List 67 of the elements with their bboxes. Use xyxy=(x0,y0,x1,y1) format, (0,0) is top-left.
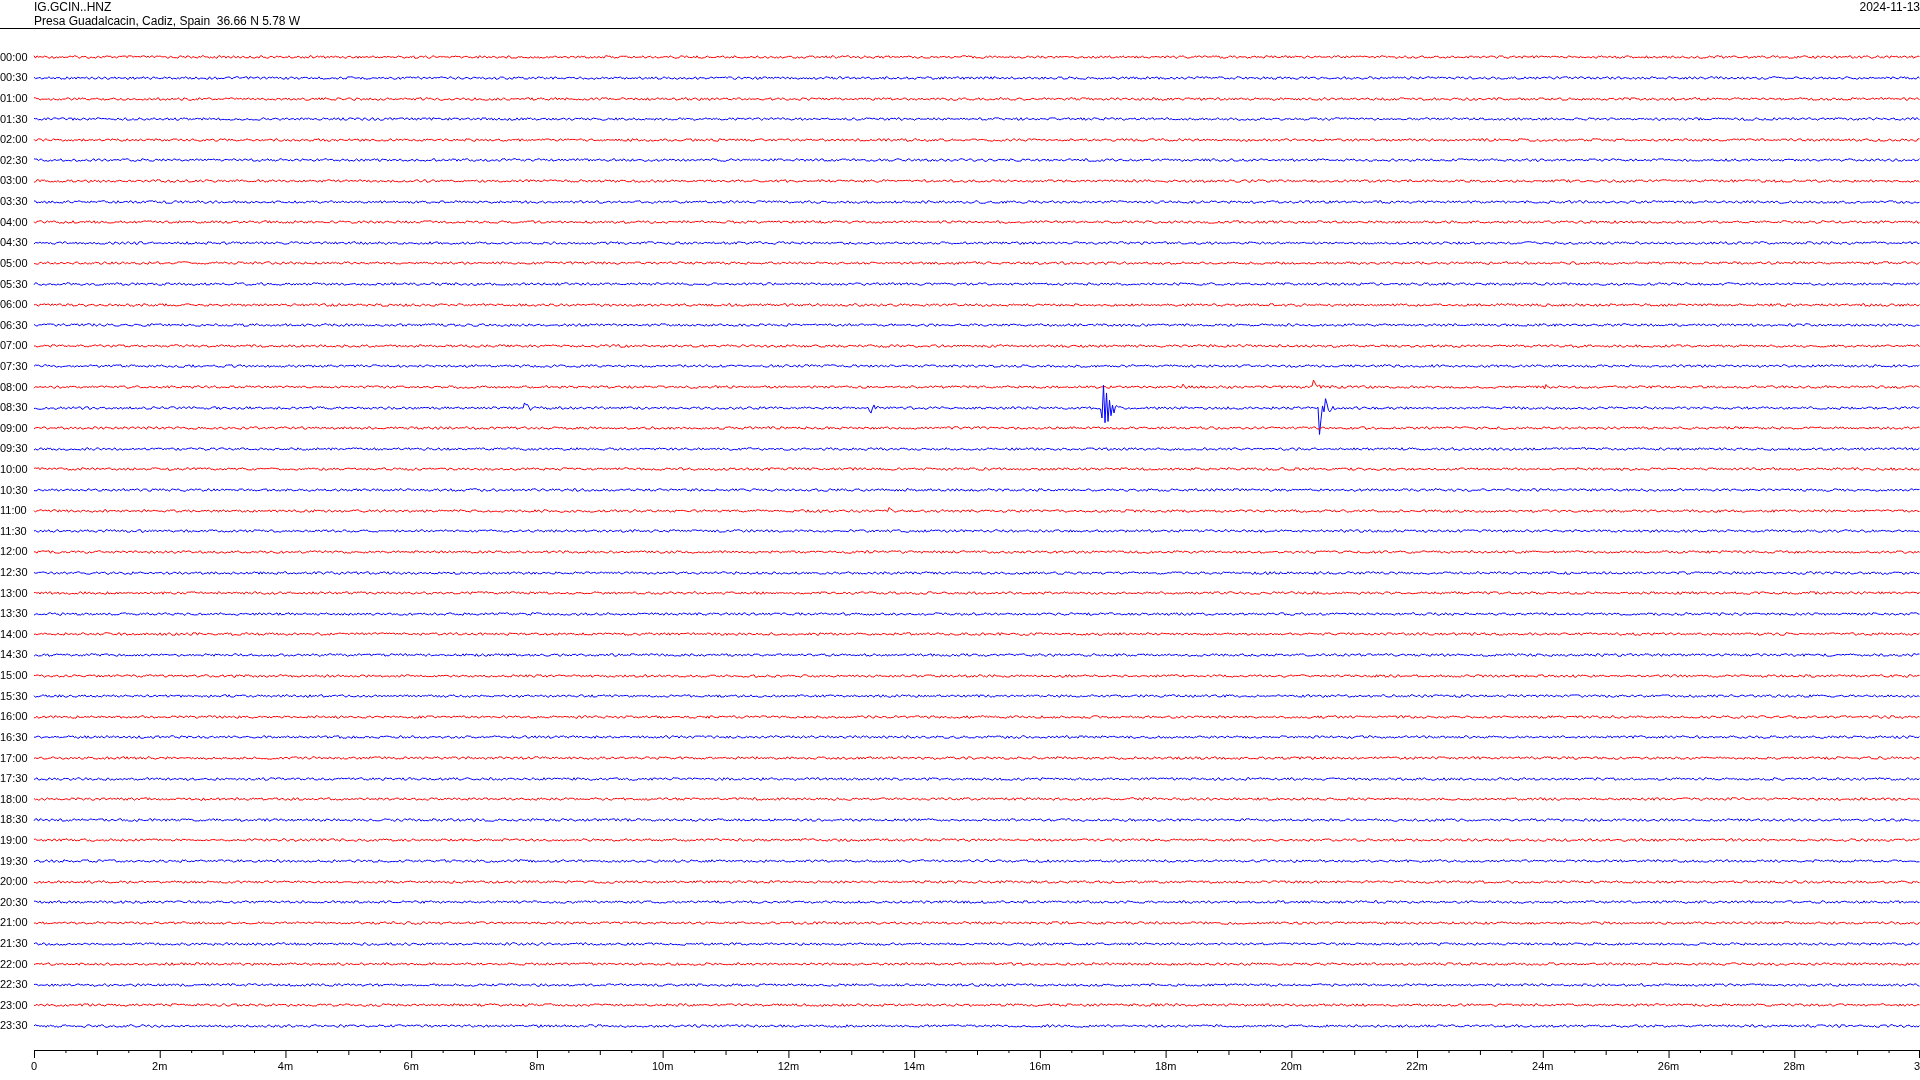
hour-label: 05:00 xyxy=(0,256,29,270)
hour-label: 11:00 xyxy=(0,504,28,518)
axis-label: 22m xyxy=(1406,1060,1428,1074)
hour-label: 18:00 xyxy=(0,792,29,806)
hour-label: 07:30 xyxy=(0,359,29,373)
axis-label: 24m xyxy=(1532,1060,1554,1074)
axis-label: 10m xyxy=(651,1060,674,1074)
axis-label: 2m xyxy=(152,1060,168,1074)
axis-label: 8m xyxy=(529,1060,545,1074)
axis-label: 20m xyxy=(1280,1060,1303,1074)
hour-label: 15:00 xyxy=(0,669,29,683)
axis-label: 6m xyxy=(403,1060,419,1074)
hour-label: 04:30 xyxy=(0,236,29,250)
hour-label: 16:30 xyxy=(0,730,29,744)
hour-label: 13:30 xyxy=(0,607,29,621)
hour-label: 08:00 xyxy=(0,380,29,394)
hour-label: 12:30 xyxy=(0,566,29,580)
hour-label: 05:30 xyxy=(0,277,29,291)
hour-label: 22:30 xyxy=(0,978,29,992)
hour-label: 20:30 xyxy=(0,895,29,909)
axis-label: 16m xyxy=(1029,1060,1051,1074)
hour-label: 01:30 xyxy=(0,112,29,126)
hour-label: 11:30 xyxy=(0,524,28,538)
hour-label: 02:00 xyxy=(0,133,29,147)
hour-label: 09:30 xyxy=(0,442,29,456)
hour-label: 22:00 xyxy=(0,957,29,971)
hour-label: 19:30 xyxy=(0,854,29,868)
hour-label: 17:00 xyxy=(0,751,29,765)
axis-label: 18m xyxy=(1154,1060,1177,1074)
hour-label: 04:00 xyxy=(0,215,29,229)
hour-label: 00:30 xyxy=(0,71,29,85)
axis-label: 4m xyxy=(277,1060,294,1074)
hour-label: 07:00 xyxy=(0,339,29,353)
hour-label: 03:00 xyxy=(0,174,29,188)
axis-label: 26m xyxy=(1657,1060,1680,1074)
hour-label: 06:30 xyxy=(0,318,29,332)
axis-label: 0 xyxy=(31,1060,38,1074)
hour-label: 14:00 xyxy=(0,627,29,641)
station-code: IG.GCIN..HNZ xyxy=(34,0,113,14)
hour-label: 03:30 xyxy=(0,195,29,209)
hour-label: 13:00 xyxy=(0,586,29,600)
hour-label: 18:30 xyxy=(0,813,29,827)
hour-label: 10:00 xyxy=(0,463,29,476)
hour-label: 19:00 xyxy=(0,833,29,847)
station-location: Presa Guadalcacin, Cadiz, Spain 36.66 N 5.78 W xyxy=(34,14,301,28)
hour-label: 00:00 xyxy=(0,50,29,64)
hour-label: 09:00 xyxy=(0,421,29,435)
hour-label: 23:00 xyxy=(0,998,29,1012)
hour-label: 02:30 xyxy=(0,153,29,167)
hour-label: 12:00 xyxy=(0,545,29,559)
axis-label: 3 xyxy=(1913,1060,1920,1074)
hour-label: 01:00 xyxy=(0,92,29,105)
hour-label: 06:00 xyxy=(0,298,29,312)
hour-label: 23:30 xyxy=(0,1019,29,1033)
axis-label: 12m xyxy=(777,1060,800,1074)
hour-label: 10:30 xyxy=(0,483,29,497)
hour-label: 14:30 xyxy=(0,648,29,662)
record-date: 2024-11-13 xyxy=(1859,0,1920,14)
hour-label: 20:00 xyxy=(0,875,29,889)
hour-label: 21:00 xyxy=(0,916,29,930)
hour-label: 15:30 xyxy=(0,689,29,703)
hour-label: 17:30 xyxy=(0,772,29,786)
axis-label: 28m xyxy=(1783,1060,1805,1074)
axis-label: 14m xyxy=(903,1060,925,1074)
hour-label: 16:00 xyxy=(0,710,29,724)
hour-label: 21:30 xyxy=(0,937,29,950)
hour-label: 08:30 xyxy=(0,401,29,415)
